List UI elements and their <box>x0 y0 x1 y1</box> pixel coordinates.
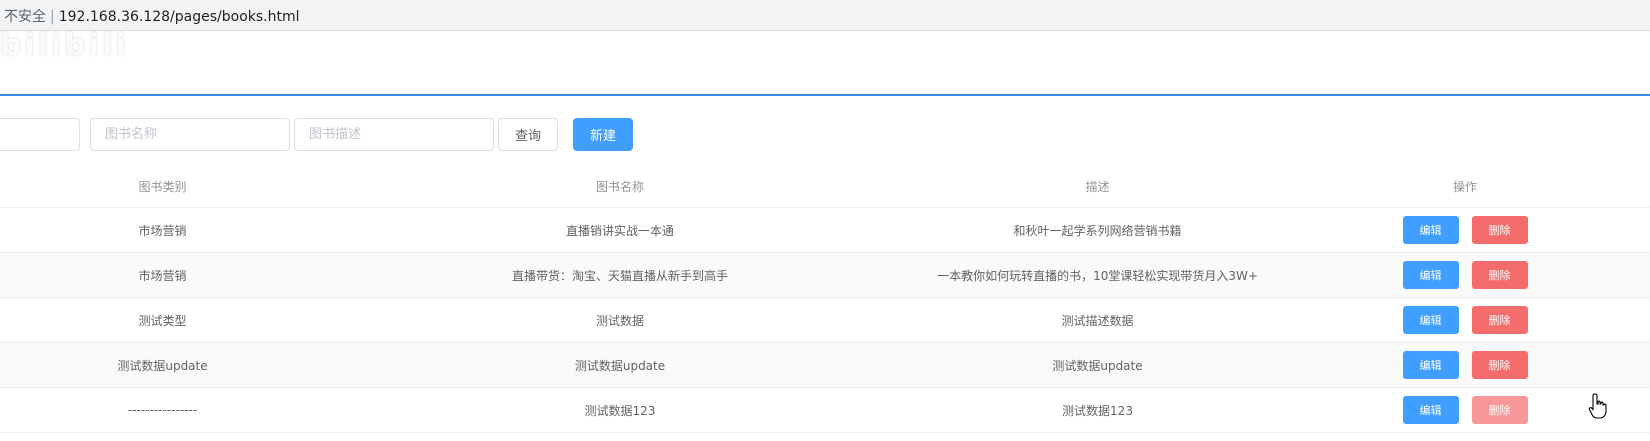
header-book-type: 图书类别 <box>138 179 187 194</box>
new-button[interactable]: 新建 <box>573 118 633 151</box>
table-row: 测试类型 测试数据 测试描述数据 编辑 删除 <box>0 298 1650 343</box>
edit-button[interactable]: 编辑 <box>1402 261 1459 289</box>
book-name-cell: 直播销讲实战一本通 <box>565 223 674 238</box>
book-type-cell: 市场营销 <box>138 223 187 238</box>
book-type-cell: 测试数据update <box>117 358 208 373</box>
book-type-cell: 测试类型 <box>138 313 187 328</box>
delete-button[interactable]: 删除 <box>1471 396 1528 424</box>
book-name-input[interactable] <box>90 118 290 151</box>
row-actions: 编辑 删除 <box>1402 306 1528 334</box>
header-book-name: 图书名称 <box>595 179 644 194</box>
books-table: 图书类别 图书名称 描述 操作 市场营销 直播销讲实战一本通 和秋叶一起学系列网… <box>0 165 1650 433</box>
edit-button[interactable]: 编辑 <box>1402 306 1459 334</box>
bilibili-watermark: bilibili <box>0 28 129 63</box>
book-description-cell: 测试数据update <box>1052 358 1143 373</box>
book-type-cell: 市场营销 <box>138 268 187 283</box>
hand-cursor-icon <box>1588 393 1607 419</box>
book-name-cell: 直播带货：淘宝、天猫直播从新手到高手 <box>511 268 728 283</box>
edit-button[interactable]: 编辑 <box>1402 216 1459 244</box>
delete-button[interactable]: 删除 <box>1471 351 1528 379</box>
page-header <box>0 31 1650 96</box>
book-name-cell: 测试数据123 <box>584 403 656 418</box>
search-toolbar: 查询 新建 <box>0 118 1650 153</box>
query-button[interactable]: 查询 <box>498 118 558 151</box>
book-name-cell: 测试数据update <box>574 358 666 373</box>
table-row: 市场营销 直播带货：淘宝、天猫直播从新手到高手 一本教你如何玩转直播的书，10堂… <box>0 253 1650 298</box>
address-text[interactable]: 不安全 | 192.168.36.128/pages/books.html <box>4 6 300 26</box>
row-actions: 编辑 删除 <box>1402 261 1528 289</box>
header-description: 描述 <box>1085 179 1110 194</box>
actions-cell: 编辑 删除 <box>1280 298 1650 342</box>
header-actions: 操作 <box>1452 179 1477 194</box>
row-actions: 编辑 删除 <box>1402 351 1528 379</box>
actions-cell: 编辑 删除 <box>1280 208 1650 252</box>
book-type-cell: ---------------- <box>127 403 198 417</box>
row-actions: 编辑 删除 <box>1402 396 1528 424</box>
edit-button[interactable]: 编辑 <box>1402 351 1459 379</box>
book-description-cell: 测试数据123 <box>1062 403 1133 418</box>
url-text: 192.168.36.128/pages/books.html <box>58 9 300 25</box>
book-name-cell: 测试数据 <box>595 313 644 328</box>
edit-button[interactable]: 编辑 <box>1402 396 1459 424</box>
delete-button[interactable]: 删除 <box>1471 306 1528 334</box>
insecure-label: 不安全 <box>4 9 46 25</box>
table-row: ---------------- 测试数据123 测试数据123 编辑 删除 <box>0 388 1650 433</box>
table-header: 图书类别 图书名称 描述 操作 <box>0 165 1650 208</box>
browser-address-bar[interactable]: 不安全 | 192.168.36.128/pages/books.html <box>0 0 1650 31</box>
table-row: 市场营销 直播销讲实战一本通 和秋叶一起学系列网络营销书籍 编辑 删除 <box>0 208 1650 253</box>
book-description-cell: 和秋叶一起学系列网络营销书籍 <box>1013 223 1182 238</box>
row-actions: 编辑 删除 <box>1402 216 1528 244</box>
actions-cell: 编辑 删除 <box>1280 343 1650 387</box>
book-description-cell: 一本教你如何玩转直播的书，10堂课轻松实现带货月入3W+ <box>937 268 1258 283</box>
book-type-input[interactable] <box>0 118 80 151</box>
book-description-input[interactable] <box>294 118 494 151</box>
book-description-cell: 测试描述数据 <box>1061 313 1134 328</box>
address-separator: | <box>50 9 55 25</box>
delete-button[interactable]: 删除 <box>1471 261 1528 289</box>
table-row: 测试数据update 测试数据update 测试数据update 编辑 删除 <box>0 343 1650 388</box>
delete-button[interactable]: 删除 <box>1471 216 1528 244</box>
actions-cell: 编辑 删除 <box>1280 253 1650 297</box>
